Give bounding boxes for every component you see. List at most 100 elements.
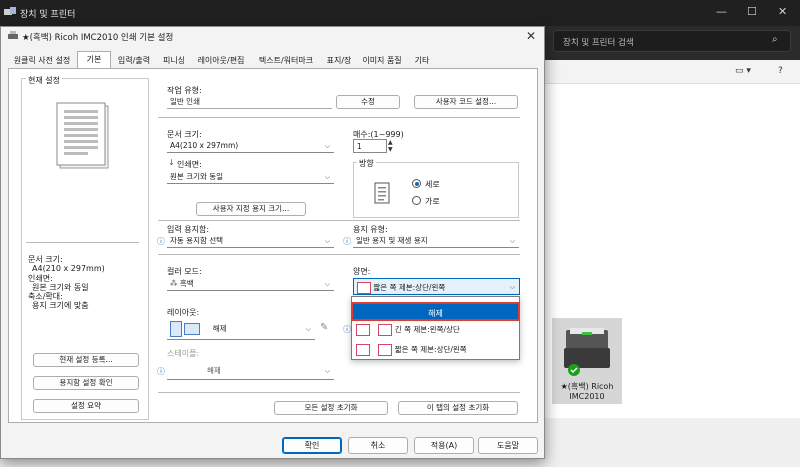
print-side-value: 원본 크기와 동일 xyxy=(170,172,224,181)
tab-basic[interactable]: 기본 xyxy=(77,51,111,68)
devices-printers-icon xyxy=(4,7,16,15)
copies-spinner-icon[interactable]: ▲ ▼ xyxy=(388,139,393,153)
document-size-select[interactable]: A4(210 x 297mm) ⌵ xyxy=(167,139,334,153)
duplex-short-edge-icon xyxy=(356,344,370,356)
orientation-label: 방향 xyxy=(357,158,376,169)
duplex-option-label: 긴 쪽 제본:왼쪽/상단 xyxy=(394,325,460,334)
print-side-label: 인쇄면: xyxy=(177,160,202,169)
edit-pencil-icon[interactable]: ✎ xyxy=(320,322,328,333)
duplex-option-short-edge[interactable]: 짧은 쪽 제본:상단/왼쪽 xyxy=(352,341,519,359)
tab-text-watermark[interactable]: 텍스트/워터마크 xyxy=(251,53,321,68)
landscape-radio[interactable] xyxy=(412,196,421,205)
chevron-down-icon: ⌵ xyxy=(324,367,330,375)
section-divider xyxy=(158,392,520,393)
chevron-down-icon: ⌵ xyxy=(509,283,515,291)
printer-label: ★(흑백) Ricoh IMC2010 xyxy=(560,382,614,401)
duplex-value: 짧은 쪽 제본:상단/왼쪽 xyxy=(373,283,446,292)
tab-other[interactable]: 기타 xyxy=(408,53,436,68)
layout-page-icon xyxy=(184,323,201,335)
document-preview-icon xyxy=(56,102,109,169)
section-divider xyxy=(158,117,520,118)
layout-value: 해제 xyxy=(212,324,227,333)
chevron-down-icon: ⌵ xyxy=(509,237,515,245)
paper-type-select[interactable]: 일반 용지 및 재생 용지 ⌵ xyxy=(353,234,519,248)
more-options-icon[interactable]: ? xyxy=(778,66,783,76)
duplex-select[interactable]: 짧은 쪽 제본:상단/왼쪽 ⌵ xyxy=(353,278,520,295)
job-type-value: 일반 인쇄 xyxy=(167,95,332,109)
dialog-title: ★(흑백) Ricoh IMC2010 인쇄 기본 설정 xyxy=(22,33,174,43)
color-mode-icon: ⁂ xyxy=(170,279,180,288)
printer-small-icon xyxy=(8,31,18,39)
current-settings-heading: 현재 설정 xyxy=(26,75,62,86)
tab-input-output[interactable]: 입력/출력 xyxy=(112,53,156,68)
help-button[interactable]: 도움말 xyxy=(478,437,538,454)
duplex-long-edge-icon xyxy=(356,324,370,336)
chevron-down-icon: ⌵ xyxy=(324,280,330,288)
view-icon[interactable]: ▭ ▾ xyxy=(735,66,751,76)
info-icon[interactable]: ⓘ xyxy=(343,236,351,247)
tab-one-click-preset[interactable]: 원클릭 사전 설정 xyxy=(8,53,76,68)
user-code-button[interactable]: 사용자 코드 설정... xyxy=(414,95,518,109)
minimize-icon[interactable]: — xyxy=(716,5,727,18)
tab-image-quality[interactable]: 이미지 품질 xyxy=(357,53,407,68)
info-icon[interactable]: ⓘ xyxy=(157,236,165,247)
dialog-close-icon[interactable]: ✕ xyxy=(526,29,536,43)
chevron-down-icon: ⌵ xyxy=(324,142,330,150)
close-icon[interactable]: ✕ xyxy=(778,5,787,18)
color-mode-value: 흑백 xyxy=(179,279,194,288)
ok-button[interactable]: 확인 xyxy=(282,437,342,454)
section-divider xyxy=(158,254,520,255)
search-placeholder: 장치 및 프린터 검색 xyxy=(563,38,634,48)
custom-paper-size-button[interactable]: 사용자 지정 용지 크기... xyxy=(196,202,306,216)
tab-cover-sheet[interactable]: 표지/장 xyxy=(322,53,356,68)
cancel-button[interactable]: 취소 xyxy=(348,437,408,454)
printer-icon xyxy=(564,328,610,376)
job-type-edit-button[interactable]: 수정 xyxy=(336,95,400,109)
maximize-icon[interactable]: ☐ xyxy=(747,5,757,18)
duplex-long-edge-icon xyxy=(378,324,393,336)
color-mode-label: 컬러 모드: xyxy=(167,267,202,276)
search-icon[interactable]: ⌕ xyxy=(772,34,778,45)
tab-finishing[interactable]: 피니싱 xyxy=(157,53,191,68)
arrow-down-icon: ↓ xyxy=(168,158,175,167)
summary-line: A4(210 x 297mm) xyxy=(32,264,105,273)
chevron-down-icon: ⌵ xyxy=(324,237,330,245)
layout-label: 레이아웃: xyxy=(167,308,200,317)
staple-label: 스테이플: xyxy=(167,349,200,358)
reset-all-button[interactable]: 모든 설정 초기화 xyxy=(274,401,388,415)
summary-line: 용지 크기에 맞춤 xyxy=(32,301,89,310)
register-settings-button[interactable]: 현재 설정 등록... xyxy=(33,353,139,367)
print-side-select[interactable]: 원본 크기와 동일 ⌵ xyxy=(167,170,334,184)
info-icon[interactable]: ⓘ xyxy=(343,324,351,335)
tab-layout-edit[interactable]: 레이아웃/편집 xyxy=(192,53,250,68)
chevron-down-icon: ⌵ xyxy=(324,173,330,181)
reset-tab-button[interactable]: 이 탭의 설정 초기화 xyxy=(398,401,518,415)
duplex-short-edge-icon xyxy=(357,282,371,294)
background-window-title: 장치 및 프린터 xyxy=(20,10,76,20)
settings-summary-button[interactable]: 설정 요약 xyxy=(33,399,139,413)
duplex-option-off[interactable]: 해제 xyxy=(351,302,520,321)
color-mode-select[interactable]: ⁂ 흑백 ⌵ xyxy=(167,277,334,291)
staple-select[interactable]: 해제 ⌵ xyxy=(167,362,334,380)
document-size-value: A4(210 x 297mm) xyxy=(170,141,239,150)
duplex-option-long-edge[interactable]: 긴 쪽 제본:왼쪽/상단 xyxy=(352,321,519,339)
portrait-label: 세로 xyxy=(425,180,440,189)
copies-input[interactable]: 1 xyxy=(353,139,387,153)
paper-type-value: 일반 용지 및 재생 용지 xyxy=(356,236,428,245)
landscape-label: 가로 xyxy=(425,197,440,206)
staple-value: 해제 xyxy=(207,366,221,375)
input-tray-value: 자동 용지함 선택 xyxy=(170,236,224,245)
portrait-page-icon xyxy=(374,182,390,204)
input-tray-select[interactable]: 자동 용지함 선택 ⌵ xyxy=(167,234,334,248)
chevron-down-icon: ⌵ xyxy=(305,325,311,333)
current-settings-divider xyxy=(26,242,139,243)
portrait-radio[interactable] xyxy=(412,179,421,188)
copies-value: 1 xyxy=(357,142,362,151)
info-icon[interactable]: ⓘ xyxy=(157,366,165,377)
duplex-label: 양면: xyxy=(353,267,371,276)
paper-tray-check-button[interactable]: 용지함 설정 확인 xyxy=(33,376,139,390)
duplex-short-edge-icon xyxy=(378,344,393,356)
duplex-option-label: 짧은 쪽 제본:상단/왼쪽 xyxy=(394,345,467,354)
apply-button[interactable]: 적용(A) xyxy=(414,437,474,454)
layout-select[interactable]: 해제 ⌵ xyxy=(167,318,315,340)
